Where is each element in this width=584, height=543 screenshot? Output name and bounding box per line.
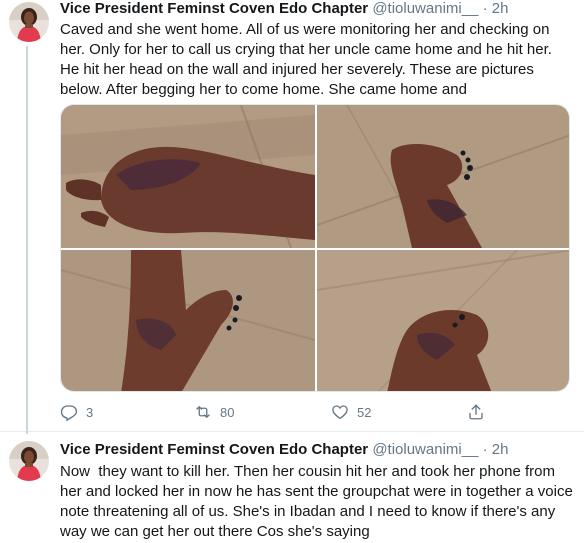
tweet[interactable]: Vice President Feminst Coven Edo Chapter…	[0, 0, 584, 434]
like-button[interactable]: 52	[331, 403, 371, 421]
author-name[interactable]: Vice President Feminst Coven Edo Chapter	[60, 0, 368, 17]
retweet-icon	[196, 406, 210, 418]
author-name[interactable]: Vice President Feminst Coven Edo Chapter	[60, 441, 368, 458]
retweet-count: 80	[220, 404, 235, 420]
reply-icon	[60, 405, 78, 421]
tweet-header: Vice President Feminst Coven Edo Chapter…	[60, 441, 508, 459]
like-count: 52	[357, 404, 372, 420]
author-handle[interactable]: @tioluwanimi__	[372, 441, 478, 458]
tweet-media-grid	[60, 104, 570, 392]
author-handle[interactable]: @tioluwanimi__	[372, 0, 478, 17]
separator-dot: ·	[482, 0, 488, 17]
tweet-time[interactable]: 2h	[492, 0, 509, 17]
bruised-foot-photo[interactable]	[316, 249, 569, 391]
reply-button[interactable]: 3	[60, 403, 93, 421]
tweet-time[interactable]: 2h	[492, 441, 509, 458]
share-icon	[469, 404, 483, 420]
tweet-header: Vice President Feminst Coven Edo Chapter…	[60, 0, 508, 18]
author-avatar[interactable]	[9, 441, 49, 481]
bruised-foot-photo[interactable]	[316, 105, 569, 249]
share-button[interactable]	[467, 403, 485, 421]
reply-count: 3	[86, 404, 94, 420]
bruised-leg-photo[interactable]	[61, 250, 316, 391]
tweet-text: Now they want to kill her. Then her cous…	[60, 463, 577, 540]
bruised-hand-photo[interactable]	[61, 105, 315, 249]
author-avatar[interactable]	[9, 2, 49, 42]
separator-dot: ·	[482, 441, 488, 458]
tweet-actions: 3 80 52	[60, 403, 500, 423]
tweet[interactable]: Vice President Feminst Coven Edo Chapter…	[0, 433, 584, 543]
retweet-button[interactable]: 80	[194, 403, 234, 421]
tweet-text: Caved and she went home. All of us were …	[60, 21, 552, 98]
thread-line	[26, 46, 28, 434]
heart-icon	[332, 405, 348, 420]
